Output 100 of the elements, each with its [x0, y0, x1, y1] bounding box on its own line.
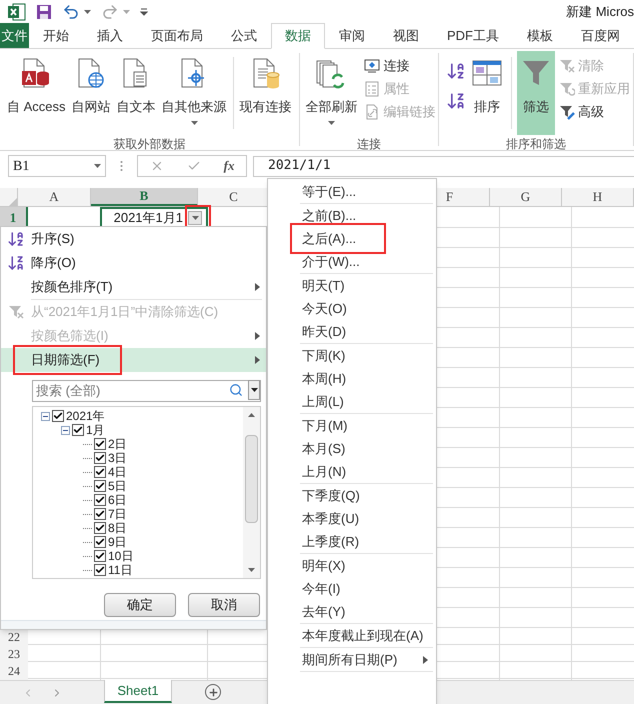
- menu-item[interactable]: 介于(W)...: [268, 250, 436, 273]
- checkbox[interactable]: [94, 536, 106, 548]
- dialog-button[interactable]: 取消: [188, 593, 260, 617]
- tree-item[interactable]: 2日: [108, 437, 127, 451]
- dropdown-button[interactable]: [248, 380, 260, 400]
- tree-item[interactable]: 10日: [108, 549, 134, 563]
- menu-item[interactable]: 明年(X): [268, 554, 436, 577]
- menu-item[interactable]: 期间所有日期(P): [268, 648, 436, 671]
- tree-item[interactable]: 3日: [108, 451, 127, 465]
- row-header[interactable]: 22: [0, 628, 28, 645]
- tree-item[interactable]: 6日: [108, 493, 127, 507]
- menu-item[interactable]: 升序(S): [1, 227, 266, 251]
- sort-descending-button[interactable]: [446, 91, 466, 111]
- save-icon[interactable]: [36, 4, 52, 20]
- ribbon-tab[interactable]: 页面布局: [137, 23, 217, 48]
- menu-item[interactable]: 去年(Y): [268, 600, 436, 623]
- ribbon-button[interactable]: 全部刷新: [302, 51, 360, 135]
- collapse-toggle[interactable]: [41, 412, 50, 420]
- scroll-up-icon[interactable]: [248, 413, 255, 417]
- checkbox[interactable]: [72, 424, 84, 436]
- menu-item[interactable]: 昨天(D): [268, 320, 436, 343]
- menu-item[interactable]: 按颜色排序(T): [1, 275, 266, 299]
- ribbon-button[interactable]: 连接: [364, 54, 436, 77]
- resize-grip[interactable]: [1, 620, 266, 629]
- ribbon-tab[interactable]: 视图: [379, 23, 433, 48]
- ribbon-tab[interactable]: PDF工具: [433, 23, 513, 48]
- row-header[interactable]: 23: [0, 645, 28, 662]
- ribbon-button[interactable]: 自文本: [114, 51, 159, 135]
- menu-item[interactable]: 之前(B)...: [268, 204, 436, 227]
- ribbon-tab[interactable]: 开始: [29, 23, 83, 48]
- ribbon-button[interactable]: 筛选: [517, 51, 556, 135]
- checkbox[interactable]: [94, 480, 106, 492]
- row-header[interactable]: 24: [0, 662, 28, 679]
- menu-item[interactable]: 明天(T): [268, 274, 436, 297]
- group-label: 排序和筛选: [505, 136, 568, 153]
- checkbox[interactable]: [94, 466, 106, 478]
- row-header[interactable]: 1: [0, 207, 28, 228]
- tree-item[interactable]: 8日: [108, 521, 127, 535]
- dialog-button[interactable]: 确定: [104, 593, 176, 617]
- undo-button[interactable]: [62, 3, 91, 21]
- menu-item[interactable]: 之后(A)...: [268, 227, 436, 250]
- ribbon-tab[interactable]: 数据: [271, 23, 325, 49]
- ribbon-button[interactable]: 排序: [468, 51, 506, 135]
- checkbox[interactable]: [94, 564, 106, 576]
- filter-dropdown-button[interactable]: [188, 210, 202, 224]
- ribbon-button[interactable]: 高级: [559, 100, 630, 123]
- tree-item[interactable]: 2021年: [66, 409, 105, 423]
- tree-item[interactable]: 11日: [108, 563, 132, 577]
- checkbox[interactable]: [52, 410, 64, 422]
- checkbox[interactable]: [94, 508, 106, 520]
- ribbon-tab[interactable]: 插入: [83, 23, 137, 48]
- ribbon-tab[interactable]: 模板: [513, 23, 567, 48]
- tree-item[interactable]: 1月: [86, 423, 105, 437]
- vertical-scrollbar[interactable]: [243, 407, 260, 578]
- checkbox[interactable]: [94, 438, 106, 450]
- menu-item[interactable]: 上周(L): [268, 390, 436, 413]
- menu-item[interactable]: 今年(I): [268, 577, 436, 600]
- add-sheet-button[interactable]: [205, 684, 221, 700]
- ribbon-tab[interactable]: 审阅: [325, 23, 379, 48]
- menu-item[interactable]: 下周(K): [268, 344, 436, 367]
- ribbon-tab[interactable]: 文件: [0, 23, 29, 48]
- menu-item[interactable]: 本周(H): [268, 367, 436, 390]
- tree-item[interactable]: 4日: [108, 465, 127, 479]
- formula-input[interactable]: 2021/1/1: [253, 156, 634, 176]
- active-cell[interactable]: 2021年1月1: [100, 207, 208, 228]
- search-field[interactable]: 搜索 (全部): [32, 380, 261, 402]
- scrollbar-thumb[interactable]: [245, 435, 258, 523]
- column-header[interactable]: B: [91, 188, 198, 206]
- ribbon-tab[interactable]: 百度网: [567, 23, 634, 48]
- menu-item[interactable]: 降序(O): [1, 251, 266, 275]
- column-header[interactable]: H: [562, 188, 634, 206]
- menu-item[interactable]: 上季度(R): [268, 530, 436, 553]
- ribbon-tab[interactable]: 公式: [217, 23, 271, 48]
- ribbon-button[interactable]: 自其他来源: [158, 51, 230, 135]
- spreadsheet-logo-icon[interactable]: [8, 3, 26, 21]
- menu-item[interactable]: 上月(N): [268, 460, 436, 483]
- checkbox[interactable]: [94, 452, 106, 464]
- ribbon-button[interactable]: 自网站: [68, 51, 114, 135]
- menu-item[interactable]: 日期筛选(F): [1, 348, 266, 372]
- tree-item[interactable]: 5日: [108, 479, 127, 493]
- name-box[interactable]: B1: [8, 155, 106, 177]
- menu-item[interactable]: 下季度(Q): [268, 484, 436, 507]
- sheet-tab[interactable]: Sheet1: [104, 680, 172, 703]
- menu-item[interactable]: 下月(M): [268, 414, 436, 437]
- ribbon-button[interactable]: 现有连接: [236, 51, 295, 135]
- collapse-toggle[interactable]: [61, 426, 70, 434]
- ribbon-button[interactable]: 自 Access: [4, 51, 69, 135]
- tree-item[interactable]: 7日: [108, 507, 127, 521]
- menu-item[interactable]: 本月(S): [268, 437, 436, 460]
- checkbox[interactable]: [94, 550, 106, 562]
- customize-toolbar-icon[interactable]: [140, 8, 148, 16]
- tree-item[interactable]: 9日: [108, 535, 127, 549]
- menu-item[interactable]: 本季度(U): [268, 507, 436, 530]
- menu-item[interactable]: 今天(O): [268, 297, 436, 320]
- insert-function-button[interactable]: fx: [224, 156, 234, 176]
- sort-ascending-button[interactable]: [446, 61, 466, 81]
- checkbox[interactable]: [94, 494, 106, 506]
- checkbox[interactable]: [94, 522, 106, 534]
- column-header[interactable]: G: [490, 188, 562, 206]
- menu-item[interactable]: 本年度截止到现在(A): [268, 624, 436, 647]
